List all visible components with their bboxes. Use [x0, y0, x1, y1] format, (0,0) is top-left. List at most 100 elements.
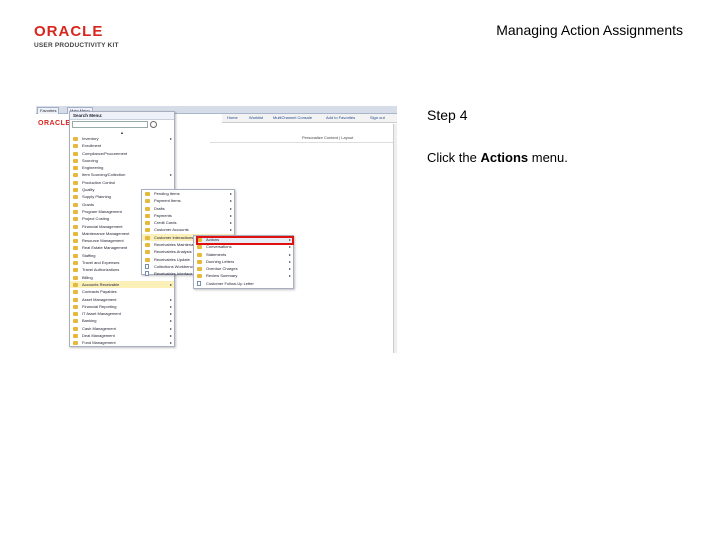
main-menu-item[interactable]: Financial Reporting ▸: [70, 303, 174, 310]
main-menu-item[interactable]: Production Control: [70, 179, 174, 186]
document-icon: [197, 280, 201, 286]
main-menu-item[interactable]: Item Sourcing/Collection ▸: [70, 171, 174, 178]
folder-icon: [145, 257, 150, 262]
main-menu-item[interactable]: Accounts Receivable ▸: [70, 280, 174, 289]
folder-icon: [73, 290, 78, 295]
instruction-suffix: menu.: [528, 150, 568, 165]
interactions-submenu-item[interactable]: Customer Follow-Up Letter: [194, 280, 293, 287]
logo-secondary: USER PRODUCTIVITY KIT: [34, 42, 119, 49]
main-menu-item-label: IT Asset Management: [82, 311, 121, 317]
main-menu-item-label: Travel Authorizations: [82, 267, 120, 273]
main-menu-item-label: Deal Management: [82, 333, 115, 339]
interactions-submenu-item[interactable]: Review Summary ▸: [194, 272, 293, 279]
link-add-to-favorites[interactable]: Add to Favorites: [326, 115, 355, 120]
main-menu-item-label: Real Estate Management: [82, 245, 128, 251]
menu-search: [72, 121, 172, 129]
main-menu-item[interactable]: Asset Management ▸: [70, 296, 174, 303]
folder-icon: [197, 245, 202, 250]
folder-icon: [145, 250, 150, 255]
chevron-right-icon: ▸: [169, 303, 172, 309]
main-menu-item-label: Compliance/Procurement: [82, 150, 128, 156]
main-menu-item-label: Production Control: [82, 179, 116, 185]
folder-icon: [73, 253, 78, 258]
main-menu-item[interactable]: Engineering: [70, 164, 174, 171]
main-menu-item[interactable]: Contracts Payables: [70, 288, 174, 295]
main-menu-item-label: Banking: [82, 318, 97, 324]
main-menu-item-label: Item Sourcing/Collection: [82, 172, 126, 178]
chevron-right-icon: ▸: [169, 340, 172, 346]
tab-favorites[interactable]: Favorites: [37, 107, 60, 114]
slide-title: Managing Action Assignments: [496, 22, 683, 38]
ar-submenu-item-label: Payments: [154, 212, 172, 218]
interactions-submenu-item[interactable]: Statements ▸: [194, 251, 293, 258]
link-worklist[interactable]: Worklist: [249, 115, 263, 120]
ar-submenu-item[interactable]: Drafts ▸: [142, 205, 234, 212]
search-icon[interactable]: [150, 121, 157, 128]
chevron-right-icon: ▸: [169, 296, 172, 302]
chevron-right-icon: ▸: [169, 172, 172, 178]
interactions-submenu-item[interactable]: Dunning Letters ▸: [194, 258, 293, 265]
folder-icon: [73, 217, 78, 222]
main-menu-item-label: Financial Management: [82, 223, 123, 229]
folder-icon: [73, 224, 78, 229]
main-menu-item[interactable]: Deal Management ▸: [70, 332, 174, 339]
folder-icon: [73, 209, 78, 214]
main-menu-item[interactable]: Cash Management ▸: [70, 325, 174, 332]
chevron-right-icon: ▸: [288, 251, 291, 257]
main-menu-item[interactable]: Compliance/Procurement: [70, 150, 174, 157]
step-instruction: Click the Actions menu.: [427, 150, 568, 165]
folder-icon: [73, 304, 78, 309]
interactions-submenu-item-label: Statements: [206, 251, 227, 257]
ar-submenu-item-label: Drafts: [154, 205, 165, 211]
app-logo: ORACLE: [38, 120, 71, 127]
link-sign-out[interactable]: Sign out: [370, 115, 385, 120]
folder-icon: [73, 137, 78, 141]
folder-icon: [73, 341, 78, 346]
ar-submenu-item[interactable]: Customer Accounts ▸: [142, 226, 234, 233]
main-menu-item-label: Staffing: [82, 252, 96, 258]
chevron-right-icon: ▸: [229, 205, 232, 211]
main-menu-item-label: Maintenance Management: [82, 230, 130, 236]
folder-icon: [73, 261, 78, 266]
menu-search-input[interactable]: [72, 121, 148, 128]
chevron-right-icon: ▸: [288, 258, 291, 264]
interactions-submenu-item[interactable]: Overdue Charges ▸: [194, 265, 293, 272]
document-icon: [145, 263, 149, 269]
ar-submenu-item[interactable]: Payment Items ▸: [142, 197, 234, 204]
main-menu-item[interactable]: Banking ▸: [70, 317, 174, 324]
folder-icon: [73, 282, 78, 287]
folder-icon: [73, 173, 78, 178]
divider: [210, 142, 397, 143]
main-menu-item[interactable]: Sourcing: [70, 157, 174, 164]
main-menu-item-label: Fund Management: [82, 340, 116, 346]
scrollbar[interactable]: [393, 124, 397, 353]
chevron-right-icon: ▸: [229, 191, 232, 196]
ar-submenu-item[interactable]: Credit Cards ▸: [142, 219, 234, 226]
folder-icon: [145, 192, 150, 196]
main-menu-item[interactable]: Fund Management ▸: [70, 339, 174, 346]
main-menu-item-label: Program Management: [82, 208, 122, 214]
folder-icon: [73, 180, 78, 185]
link-multichannel-console[interactable]: MultiChannel Console: [273, 115, 312, 120]
top-links: Home Worklist MultiChannel Console Add t…: [222, 114, 397, 123]
folder-icon: [73, 231, 78, 236]
folder-icon: [145, 235, 150, 240]
ar-submenu-item[interactable]: Payments ▸: [142, 212, 234, 219]
folder-icon: [145, 213, 150, 218]
folder-icon: [197, 274, 202, 279]
personalize-link[interactable]: Personalize Content | Layout: [302, 135, 353, 140]
link-home[interactable]: Home: [227, 115, 238, 120]
folder-icon: [73, 312, 78, 317]
folder-icon: [197, 252, 202, 257]
main-menu-item-label: Sourcing: [82, 157, 98, 163]
main-menu-item-label: Financial Reporting: [82, 303, 117, 309]
main-menu-item[interactable]: IT Asset Management ▸: [70, 310, 174, 317]
folder-icon: [145, 243, 150, 248]
chevron-right-icon: ▸: [229, 212, 232, 218]
main-menu-item-label: Accounts Receivable: [82, 281, 120, 287]
ar-submenu-item[interactable]: Pending Items ▸: [142, 190, 234, 197]
main-menu-item[interactable]: Enrollment: [70, 142, 174, 149]
chevron-right-icon: ▸: [229, 198, 232, 204]
instruction-prefix: Click the: [427, 150, 481, 165]
main-menu-item[interactable]: Inventory ▸: [70, 135, 174, 142]
